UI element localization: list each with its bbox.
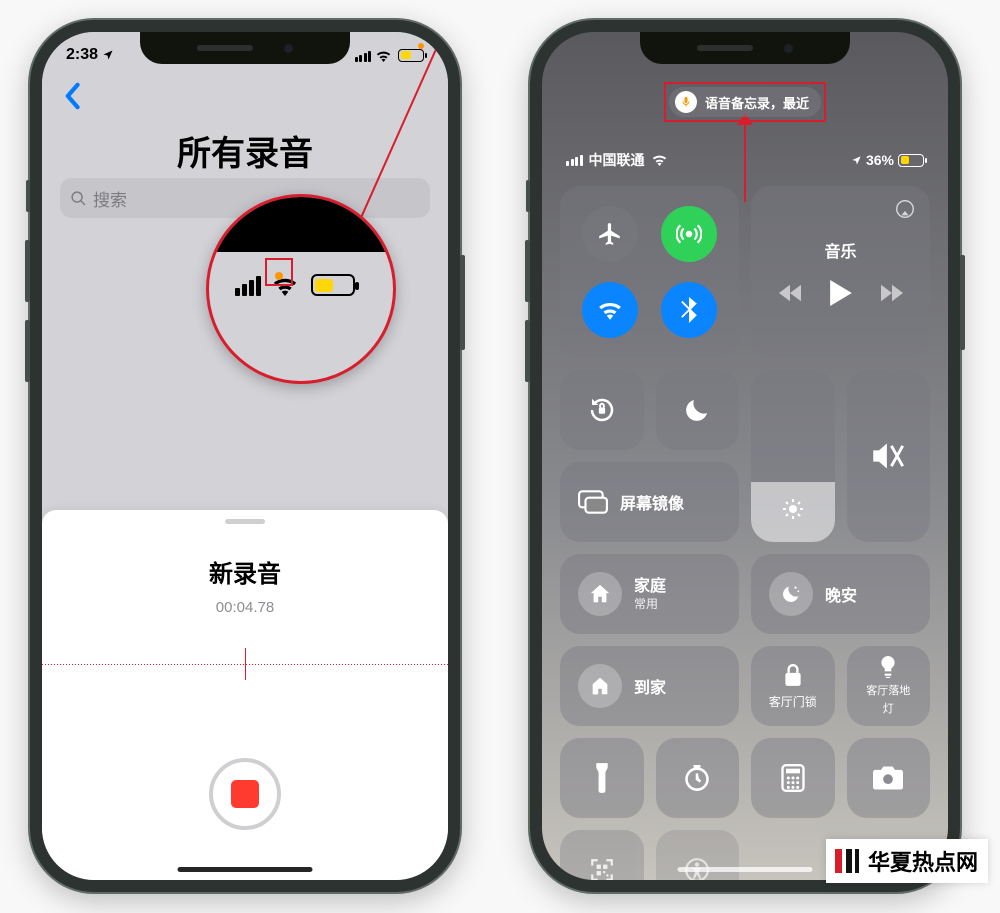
callout-arrow — [744, 122, 746, 202]
volume-slider[interactable] — [847, 370, 931, 542]
home-indicator[interactable] — [678, 867, 813, 872]
flashlight-tile[interactable] — [560, 738, 644, 818]
mic-indicator-highlight: 语音备忘录，最近 — [664, 82, 826, 122]
volume-up[interactable] — [25, 240, 30, 302]
do-not-disturb-tile[interactable] — [656, 370, 740, 450]
notch — [640, 32, 850, 64]
tile-label: 到家 — [634, 674, 666, 698]
screen-control-center: 语音备忘录，最近 中国联通 36% — [542, 32, 948, 880]
tile-label: 家庭 — [634, 577, 666, 597]
media-tile[interactable]: 音乐 — [751, 186, 930, 358]
flashlight-icon — [594, 763, 610, 793]
privacy-dot — [418, 43, 424, 49]
page-title: 所有录音 — [42, 126, 448, 175]
watermark-text: 华夏热点网 — [868, 845, 978, 877]
microphone-icon — [675, 91, 697, 113]
cellular-icon-large — [235, 276, 261, 296]
tile-label: 晚安 — [825, 582, 857, 606]
timer-icon — [683, 764, 711, 792]
arrive-home-scene-tile[interactable]: 到家 — [560, 646, 739, 726]
tile-label: 客厅门锁 — [769, 693, 817, 710]
calculator-icon — [781, 764, 805, 792]
mic-pill-text: 语音备忘录，最近 — [705, 93, 809, 112]
search-icon — [70, 190, 87, 207]
sheet-grabber[interactable] — [225, 519, 265, 524]
screen-mirroring-icon — [578, 490, 608, 514]
volume-down[interactable] — [525, 320, 530, 382]
mute-switch[interactable] — [526, 180, 530, 212]
mute-switch[interactable] — [26, 180, 30, 212]
screen-voice-memos: 2:38 所有录音 搜索 — [42, 32, 448, 880]
tile-label: 屏幕镜像 — [620, 490, 684, 514]
tile-label-line1: 客厅落地 — [866, 682, 910, 698]
play-button[interactable] — [829, 280, 853, 306]
moon-stars-icon — [780, 583, 802, 605]
qr-icon — [589, 857, 615, 880]
airplay-icon[interactable] — [894, 198, 916, 220]
notch — [140, 32, 350, 64]
wifi-icon — [375, 50, 392, 62]
location-icon — [851, 155, 862, 166]
volume-up[interactable] — [525, 240, 530, 302]
goodnight-scene-tile[interactable]: 晚安 — [751, 554, 930, 634]
home-icon — [589, 583, 611, 605]
brightness-slider[interactable] — [751, 370, 835, 542]
search-placeholder: 搜索 — [93, 186, 127, 211]
battery-icon — [398, 49, 424, 62]
phone-frame-right: 语音备忘录，最近 中国联通 36% — [530, 20, 960, 892]
tile-label-line2: 灯 — [883, 700, 894, 716]
qr-scan-tile[interactable] — [560, 830, 644, 880]
next-track-button[interactable] — [881, 284, 903, 302]
home-tile[interactable]: 家庭 常用 — [560, 554, 739, 634]
cellular-toggle[interactable] — [661, 206, 717, 262]
rotation-lock-tile[interactable] — [560, 370, 644, 450]
tile-sublabel: 常用 — [634, 597, 666, 612]
cellular-icon — [355, 51, 372, 62]
battery-percent: 36% — [866, 152, 894, 168]
power-button[interactable] — [960, 255, 965, 350]
recording-sheet: 新录音 00:04.78 — [42, 510, 448, 880]
screen-mirroring-tile[interactable]: 屏幕镜像 — [560, 462, 739, 542]
control-center-grid: 音乐 屏幕镜像 — [560, 186, 930, 850]
watermark: 华夏热点网 — [826, 839, 988, 883]
timer-tile[interactable] — [656, 738, 740, 818]
volume-down[interactable] — [25, 320, 30, 382]
privacy-dot-highlight — [265, 258, 293, 286]
brightness-icon — [781, 497, 805, 521]
lock-icon — [783, 663, 803, 687]
camera-tile[interactable] — [847, 738, 931, 818]
wifi-icon — [651, 154, 668, 166]
location-icon — [102, 49, 114, 61]
prev-track-button[interactable] — [779, 284, 801, 302]
mute-icon — [871, 441, 905, 471]
mic-indicator-pill[interactable]: 语音备忘录，最近 — [669, 87, 821, 117]
lightbulb-icon — [879, 656, 897, 678]
carrier-name: 中国联通 — [589, 150, 645, 170]
cellular-icon — [566, 155, 583, 166]
magnifier-callout — [206, 194, 396, 384]
media-title: 音乐 — [824, 238, 856, 262]
airplane-toggle[interactable] — [582, 206, 638, 262]
camera-icon — [873, 766, 903, 790]
door-lock-tile[interactable]: 客厅门锁 — [751, 646, 835, 726]
battery-icon — [898, 154, 924, 167]
back-button[interactable] — [62, 82, 82, 115]
calculator-tile[interactable] — [751, 738, 835, 818]
waveform[interactable] — [42, 664, 448, 665]
arrive-icon — [589, 675, 611, 697]
connectivity-tile[interactable] — [560, 186, 739, 358]
phone-frame-left: 2:38 所有录音 搜索 — [30, 20, 460, 892]
stop-record-button[interactable] — [209, 758, 281, 830]
battery-icon-large — [311, 274, 355, 296]
bluetooth-toggle[interactable] — [661, 282, 717, 338]
recording-elapsed: 00:04.78 — [42, 599, 448, 616]
status-time: 2:38 — [66, 46, 98, 64]
extra-tile[interactable] — [656, 830, 740, 880]
power-button[interactable] — [460, 255, 465, 350]
wifi-toggle[interactable] — [582, 282, 638, 338]
voice-memos-list-area: 2:38 所有录音 搜索 — [42, 32, 448, 552]
home-indicator[interactable] — [178, 867, 313, 872]
recording-name: 新录音 — [42, 554, 448, 589]
floor-lamp-tile[interactable]: 客厅落地 灯 — [847, 646, 931, 726]
